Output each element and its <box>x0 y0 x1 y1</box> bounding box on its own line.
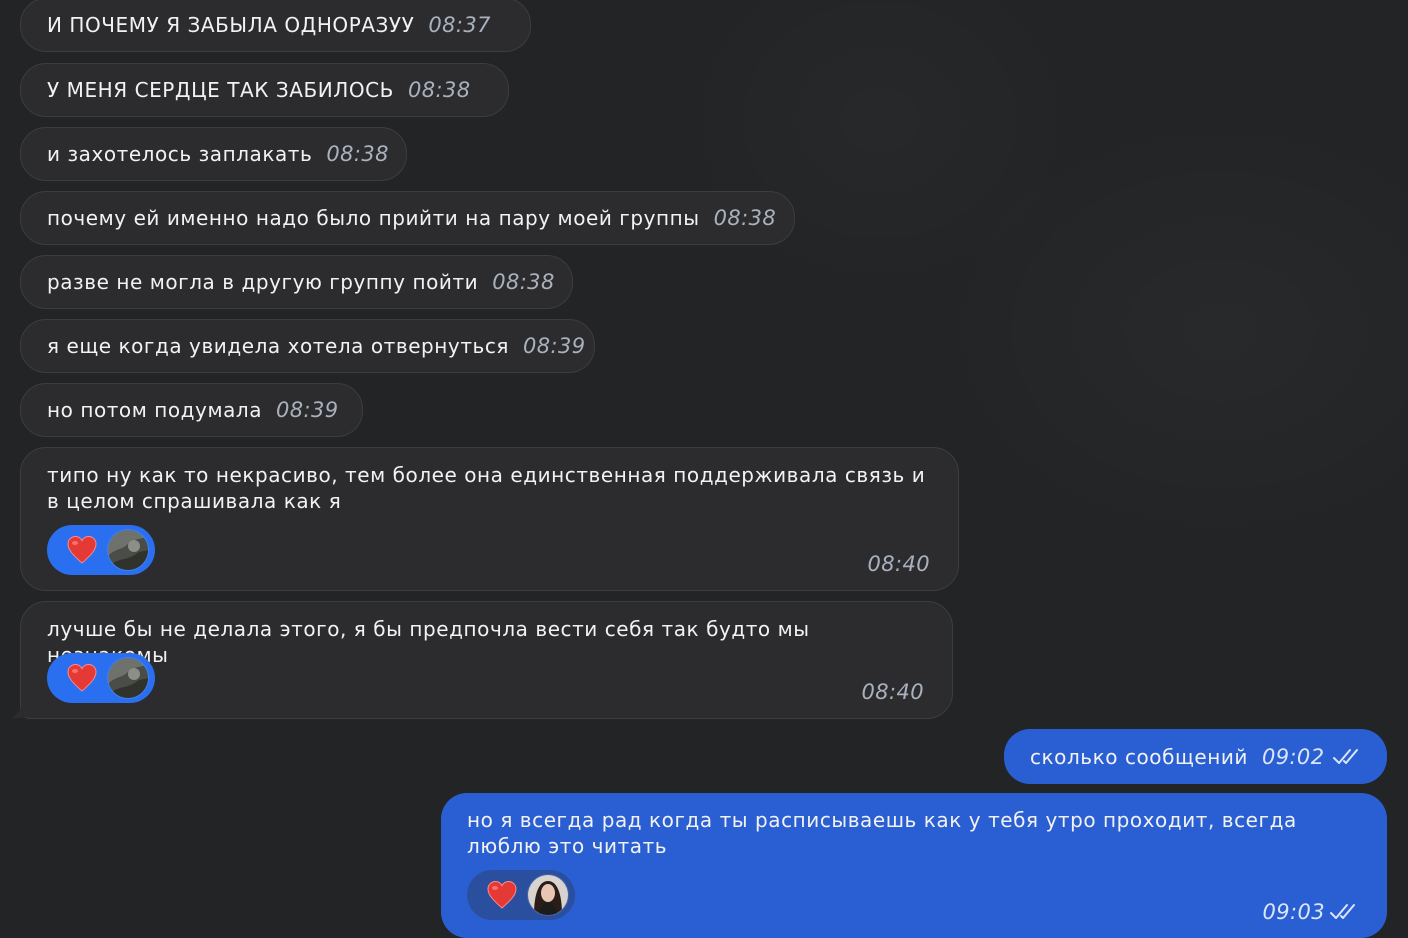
message-text: но потом подумала <box>47 398 263 422</box>
double-check-icon <box>1332 747 1364 767</box>
incoming-message[interactable]: почему ей именно надо было прийти на пар… <box>20 191 795 245</box>
message-text: разве не могла в другую группу пойти <box>47 270 479 294</box>
message-time: 09:02 <box>1261 744 1325 769</box>
double-check-icon <box>1329 902 1361 922</box>
incoming-message[interactable]: У МЕНЯ СЕРДЦЕ ТАК ЗАБИЛОСЬ 08:38 <box>20 63 509 117</box>
message-text: но я всегда рад когда ты расписываешь ка… <box>467 808 1297 858</box>
message-time: 08:38 <box>713 206 777 230</box>
message-text: я еще когда увидела хотела отвернуться <box>47 334 509 358</box>
message-time: 08:39 <box>276 398 339 422</box>
message-time: 08:40 <box>867 552 930 576</box>
incoming-message[interactable]: лучше бы не делала этого, я бы предпочла… <box>20 601 953 719</box>
message-time: 08:38 <box>492 270 555 294</box>
message-time: 09:03 <box>1262 900 1325 924</box>
incoming-message[interactable]: разве не могла в другую группу пойти 08:… <box>20 255 573 309</box>
message-text: почему ей именно надо было прийти на пар… <box>47 206 700 230</box>
incoming-message[interactable]: И ПОЧЕМУ Я ЗАБЫЛА ОДНОРАЗУУ 08:37 <box>20 0 531 52</box>
message-text: У МЕНЯ СЕРДЦЕ ТАК ЗАБИЛОСЬ <box>47 78 394 102</box>
bubble-tail <box>10 700 36 719</box>
reaction-pill[interactable] <box>47 653 155 703</box>
chat-thread[interactable]: И ПОЧЕМУ Я ЗАБЫЛА ОДНОРАЗУУ 08:37 У МЕНЯ… <box>0 0 1408 938</box>
message-time: 08:40 <box>861 680 924 704</box>
heart-icon <box>65 662 99 694</box>
avatar <box>527 874 569 916</box>
incoming-message[interactable]: типо ну как то некрасиво, тем более она … <box>20 447 959 591</box>
message-text: и захотелось заплакать <box>47 142 313 166</box>
message-time: 08:38 <box>326 142 389 166</box>
incoming-message[interactable]: я еще когда увидела хотела отвернуться 0… <box>20 319 595 373</box>
message-text: типо ну как то некрасиво, тем более она … <box>47 463 926 513</box>
outgoing-message[interactable]: сколько сообщений 09:02 <box>1004 729 1387 784</box>
message-time: 08:38 <box>407 78 471 102</box>
avatar <box>107 529 149 571</box>
reaction-pill[interactable] <box>47 525 155 575</box>
message-time: 08:39 <box>522 334 586 358</box>
message-text: сколько сообщений <box>1030 744 1248 769</box>
incoming-message[interactable]: но потом подумала 08:39 <box>20 383 363 437</box>
message-time: 08:37 <box>428 13 491 37</box>
reaction-pill[interactable] <box>467 870 575 920</box>
message-text: И ПОЧЕМУ Я ЗАБЫЛА ОДНОРАЗУУ <box>47 13 415 37</box>
avatar <box>107 657 149 699</box>
message-text: лучше бы не делала этого, я бы предпочла… <box>47 617 810 667</box>
heart-icon <box>485 879 519 911</box>
incoming-message[interactable]: и захотелось заплакать 08:38 <box>20 127 407 181</box>
outgoing-message[interactable]: но я всегда рад когда ты расписываешь ка… <box>441 793 1387 938</box>
heart-icon <box>65 534 99 566</box>
